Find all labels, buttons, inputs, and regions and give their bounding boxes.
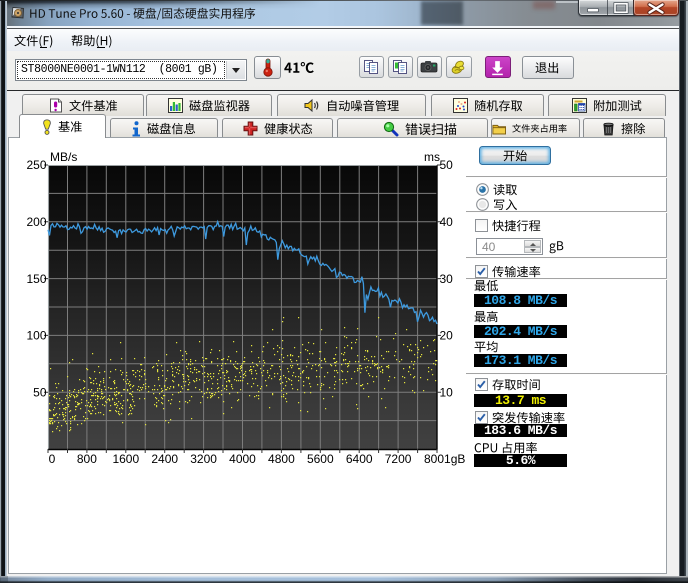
svg-text:5600: 5600 [307, 452, 334, 466]
svg-text:200: 200 [26, 215, 46, 229]
svg-text:4800: 4800 [268, 452, 295, 466]
svg-text:50: 50 [440, 158, 454, 172]
svg-text:ms: ms [424, 150, 440, 164]
svg-text:2400: 2400 [151, 452, 178, 466]
svg-text:1600: 1600 [112, 452, 139, 466]
svg-text:6400: 6400 [346, 452, 373, 466]
svg-text:10: 10 [440, 385, 454, 399]
svg-text:4000: 4000 [229, 452, 256, 466]
svg-text:800: 800 [77, 452, 97, 466]
svg-text:20: 20 [440, 329, 454, 343]
svg-text:50: 50 [33, 385, 47, 399]
svg-text:0: 0 [49, 452, 56, 466]
svg-text:40: 40 [440, 215, 454, 229]
svg-text:7200: 7200 [385, 452, 412, 466]
svg-text:250: 250 [26, 158, 46, 172]
svg-text:30: 30 [440, 272, 454, 286]
svg-text:MB/s: MB/s [50, 150, 77, 164]
svg-text:8001gB: 8001gB [424, 452, 465, 466]
svg-text:150: 150 [26, 272, 46, 286]
svg-text:3200: 3200 [190, 452, 217, 466]
svg-text:100: 100 [26, 329, 46, 343]
